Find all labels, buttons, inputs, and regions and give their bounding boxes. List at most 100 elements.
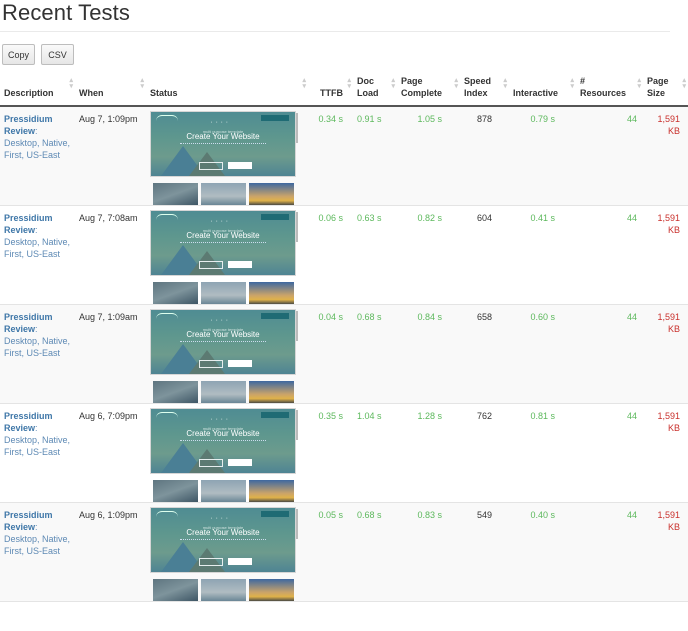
test-link[interactable]: Pressidium Review: Desktop, Native, First… (4, 213, 70, 259)
table-row: Pressidium Review: Desktop, Native, First… (0, 304, 688, 404)
test-details: Desktop, Native, First, US-East (4, 534, 71, 556)
screenshot-button-solid (228, 459, 252, 466)
page-screenshot[interactable]: ▪▪▪▪ multi purpose template Create Your … (150, 309, 298, 403)
column-header-resources[interactable]: # Resources ▴ ▾ (576, 72, 643, 107)
column-header-description[interactable]: Description ▴ ▾ (0, 72, 75, 107)
filmstrip-thumbnail (249, 480, 294, 502)
page-screenshot[interactable]: ▪▪▪▪ multi purpose template Create Your … (150, 507, 298, 601)
table-row: Pressidium Review: Desktop, Native, First… (0, 205, 688, 305)
page-complete-cell: 1.28 s (397, 403, 460, 503)
test-link[interactable]: Pressidium Review: Desktop, Native, First… (4, 510, 70, 556)
table-row: Pressidium Review: Desktop, Native, First… (0, 502, 688, 602)
site-cta-button (261, 313, 289, 319)
column-header-doc-load[interactable]: Doc Load ▴ ▾ (353, 72, 397, 107)
test-link[interactable]: Pressidium Review: Desktop, Native, First… (4, 312, 70, 358)
page-size-cell: 1,591 KB (643, 106, 688, 206)
resources-cell: 44 (576, 403, 643, 503)
resources-cell: 44 (576, 502, 643, 602)
screenshot-hero: ▪▪▪▪ multi purpose template Create Your … (150, 309, 296, 375)
filmstrip-thumbnail (153, 579, 198, 601)
filmstrip-thumbnail (249, 381, 294, 403)
speed-index-cell: 549 (460, 502, 509, 602)
page-screenshot[interactable]: ▪▪▪▪ multi purpose template Create Your … (150, 408, 298, 502)
column-header-interactive[interactable]: Interactive ▴ ▾ (509, 72, 576, 107)
status-cell: ▪▪▪▪ multi purpose template Create Your … (146, 205, 308, 305)
column-header-when[interactable]: When ▴ ▾ (75, 72, 146, 107)
test-details: Desktop, Native, First, US-East (4, 435, 71, 457)
doc-load-cell: 0.68 s (353, 502, 397, 602)
doc-load-cell: 0.63 s (353, 205, 397, 305)
column-header-page-complete[interactable]: Page Complete ▴ ▾ (397, 72, 460, 107)
speed-index-cell: 762 (460, 403, 509, 503)
site-logo-icon (156, 214, 178, 220)
screenshot-description (179, 440, 267, 444)
test-link[interactable]: Pressidium Review: Desktop, Native, First… (4, 114, 70, 160)
screenshot-headline: Create Your Website (186, 330, 260, 339)
filmstrip-thumbnail (201, 282, 246, 304)
when-cell: Aug 6, 1:09pm (75, 502, 146, 602)
page-size-cell: 1,591 KB (643, 502, 688, 602)
screenshot-button-outline (199, 558, 223, 566)
sort-arrows-icon: ▴ ▾ (347, 77, 351, 90)
site-cta-button (261, 412, 289, 418)
test-link[interactable]: Pressidium Review: Desktop, Native, First… (4, 411, 70, 457)
column-header-ttfb[interactable]: TTFB ▴ ▾ (308, 72, 353, 107)
page-size-value: 1,591 (657, 213, 680, 223)
table-row: Pressidium Review: Desktop, Native, First… (0, 403, 688, 503)
screenshot-description (179, 341, 267, 345)
copy-button[interactable]: Copy (2, 44, 35, 65)
page-size-value: 1,591 (657, 312, 680, 322)
table-row: Pressidium Review: Desktop, Native, First… (0, 106, 688, 206)
filmstrip-thumbnail (249, 183, 294, 205)
screenshot-button-solid (228, 261, 252, 268)
screenshot-scrollbar (296, 410, 298, 440)
resources-cell: 44 (576, 106, 643, 206)
site-cta-button (261, 214, 289, 220)
title-divider (0, 31, 670, 32)
sort-arrows-icon: ▴ ▾ (69, 77, 73, 90)
filmstrip-thumbnail (249, 282, 294, 304)
screenshot-button-outline (199, 261, 223, 269)
column-header-page-size[interactable]: Page Size ▴ ▾ (643, 72, 688, 107)
sort-arrows-icon: ▴ ▾ (391, 77, 395, 90)
screenshot-scrollbar (296, 509, 298, 539)
test-details: Desktop, Native, First, US-East (4, 237, 71, 259)
page-size-cell: 1,591 KB (643, 205, 688, 305)
site-name: Pressidium Review (4, 114, 53, 136)
csv-button[interactable]: CSV (41, 44, 74, 65)
description-cell: Pressidium Review: Desktop, Native, First… (0, 403, 75, 503)
when-cell: Aug 7, 1:09pm (75, 106, 146, 206)
page-title: Recent Tests (2, 0, 130, 25)
site-cta-button (261, 511, 289, 517)
site-logo-icon (156, 115, 178, 121)
column-header-speed-index[interactable]: Speed Index ▴ ▾ (460, 72, 509, 107)
filmstrip-thumbnail (201, 183, 246, 205)
page-complete-cell: 1.05 s (397, 106, 460, 206)
page-screenshot[interactable]: ▪▪▪▪ multi purpose template Create Your … (150, 111, 298, 205)
status-cell: ▪▪▪▪ multi purpose template Create Your … (146, 106, 308, 206)
interactive-cell: 0.60 s (509, 304, 576, 404)
doc-load-cell: 1.04 s (353, 403, 397, 503)
screenshot-scrollbar (296, 311, 298, 341)
page-size-value: 1,591 (657, 114, 680, 124)
description-cell: Pressidium Review: Desktop, Native, First… (0, 106, 75, 206)
sort-arrows-icon: ▴ ▾ (454, 77, 458, 90)
filmstrip-thumbnail (153, 480, 198, 502)
resources-cell: 44 (576, 304, 643, 404)
interactive-cell: 0.40 s (509, 502, 576, 602)
site-name: Pressidium Review (4, 510, 53, 532)
screenshot-description (179, 242, 267, 246)
page-size-value: 1,591 (657, 411, 680, 421)
site-name: Pressidium Review (4, 411, 53, 433)
status-cell: ▪▪▪▪ multi purpose template Create Your … (146, 502, 308, 602)
ttfb-cell: 0.04 s (308, 304, 353, 404)
interactive-cell: 0.41 s (509, 205, 576, 305)
ttfb-cell: 0.34 s (308, 106, 353, 206)
speed-index-cell: 604 (460, 205, 509, 305)
screenshot-button-solid (228, 360, 252, 367)
page-screenshot[interactable]: ▪▪▪▪ multi purpose template Create Your … (150, 210, 298, 304)
column-header-status[interactable]: Status ▴ ▾ (146, 72, 308, 107)
screenshot-headline: Create Your Website (186, 132, 260, 141)
speed-index-cell: 658 (460, 304, 509, 404)
description-cell: Pressidium Review: Desktop, Native, First… (0, 502, 75, 602)
